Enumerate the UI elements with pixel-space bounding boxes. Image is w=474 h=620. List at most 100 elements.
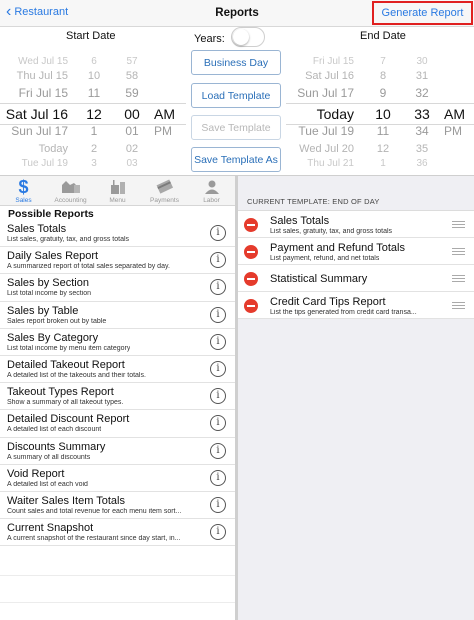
report-title: Waiter Sales Item Totals	[7, 494, 125, 507]
picker-min: 58	[125, 70, 139, 82]
picker-row[interactable]: Sun Jul 17 1 01 PM	[0, 123, 186, 139]
picker-row[interactable]: Wed Jul 20 12 35	[286, 141, 474, 157]
years-toggle[interactable]	[231, 27, 265, 47]
picker-min: 34	[415, 124, 429, 138]
picker-row[interactable]: Sun Jul 17 9 32	[286, 85, 474, 101]
list-item[interactable]: Sales Totals List sales, gratuity, tax, a…	[0, 220, 235, 248]
picker-hour: 11	[87, 86, 101, 100]
table-row[interactable]: Payment and Refund Totals List payment, r…	[238, 238, 474, 265]
report-title: Detailed Takeout Report	[7, 358, 125, 371]
table-row[interactable]: Sales Totals List sales, gratuity, tax, a…	[238, 211, 474, 238]
delete-icon[interactable]	[244, 218, 258, 232]
load-template-button[interactable]: Load Template	[191, 83, 281, 108]
picker-row[interactable]: Thu Jul 21 1 36	[286, 156, 474, 172]
drag-handle-icon[interactable]	[452, 302, 465, 309]
tab-payments[interactable]: Payments	[141, 176, 188, 206]
info-icon[interactable]: i	[210, 469, 226, 486]
tab-labor[interactable]: Labor	[188, 176, 235, 206]
end-date-picker[interactable]: Fri Jul 15 7 30 Sat Jul 16 8 31 Sun Jul 17 9 32 T…	[286, 54, 474, 172]
delete-icon[interactable]	[244, 272, 258, 286]
list-item[interactable]: Takeout Types Report Show a summary of al…	[0, 383, 235, 411]
drag-handle-icon[interactable]	[452, 248, 465, 255]
picker-row[interactable]: Sat Jul 16 8 31	[286, 68, 474, 84]
info-icon[interactable]: i	[210, 442, 226, 459]
picker-row[interactable]: Fri Jul 15 11 59	[0, 85, 186, 101]
toggle-knob	[233, 29, 249, 45]
list-item[interactable]: Sales by Table Sales report broken out by…	[0, 302, 235, 329]
payments-icon	[141, 178, 188, 196]
info-icon[interactable]: i	[210, 496, 226, 513]
template-item-title: Credit Card Tips Report	[270, 296, 386, 308]
picker-hour: 12	[376, 143, 390, 155]
picker-min: 31	[415, 70, 429, 82]
list-item[interactable]: Void Report A detailed list of each void i	[0, 465, 235, 492]
generate-report-button[interactable]: Generate Report	[372, 1, 473, 25]
list-item[interactable]: Waiter Sales Item Totals Count sales and …	[0, 492, 235, 520]
info-icon[interactable]: i	[210, 415, 226, 432]
delete-icon[interactable]	[244, 299, 258, 313]
nav-bar: ‹ Restaurant Reports Generate Report	[0, 0, 474, 27]
save-template-as-button[interactable]: Save Template As	[191, 147, 281, 172]
list-item[interactable]: Current Snapshot A current snapshot of th…	[0, 519, 235, 547]
picker-row[interactable]: Sat Jul 16 12 00 AM	[0, 104, 186, 124]
picker-min: 02	[125, 143, 139, 155]
template-item-title: Statistical Summary	[270, 273, 368, 285]
info-icon[interactable]: i	[210, 333, 226, 350]
picker-row[interactable]: Tue Jul 19 3 03	[0, 156, 186, 172]
report-title: Sales by Table	[7, 304, 79, 317]
picker-ampm: AM	[154, 106, 175, 122]
picker-row[interactable]: Tue Jul 19 11 34 PM	[286, 123, 474, 139]
info-icon[interactable]: i	[210, 279, 226, 296]
picker-row[interactable]: Today 2 02	[0, 141, 186, 157]
start-date-picker[interactable]: Wed Jul 15 6 57 Thu Jul 15 10 58 Fri Jul 15 11 5…	[0, 54, 186, 172]
list-item[interactable]: Detailed Takeout Report A detailed list o…	[0, 356, 235, 384]
list-item[interactable]: Daily Sales Report A summarized report of…	[0, 247, 235, 275]
tab-sales[interactable]: $ Sales	[0, 176, 47, 206]
picker-hour: 3	[91, 158, 97, 169]
report-description: List total income by section	[7, 290, 92, 298]
picker-hour: 10	[87, 70, 101, 82]
list-separator	[0, 602, 235, 603]
template-item-description: List payment, refund, and net totals	[270, 255, 380, 262]
info-icon[interactable]: i	[210, 524, 226, 541]
delete-icon[interactable]	[244, 245, 258, 259]
drag-handle-icon[interactable]	[452, 275, 465, 282]
picker-min: 32	[415, 86, 429, 100]
info-icon[interactable]: i	[210, 388, 226, 405]
report-title: Void Report	[7, 467, 65, 480]
tab-label: Sales	[15, 197, 32, 204]
picker-row[interactable]: Today 10 33 AM	[286, 104, 474, 124]
tab-label: Menu	[109, 197, 126, 204]
picker-min: 33	[414, 106, 430, 122]
list-item[interactable]: Discounts Summary A summary of all discou…	[0, 438, 235, 465]
info-icon[interactable]: i	[210, 225, 226, 241]
list-item[interactable]: Sales by Section List total income by sec…	[0, 274, 235, 302]
report-description: Show a summary of all takeout types.	[7, 399, 124, 407]
menu-icon	[94, 178, 141, 196]
picker-day: Tue Jul 19	[21, 158, 68, 169]
picker-day: Fri Jul 15	[18, 86, 68, 100]
list-item[interactable]: Sales By Category List total income by me…	[0, 329, 235, 356]
report-title: Current Snapshot	[7, 522, 94, 535]
tab-menu[interactable]: Menu	[94, 176, 141, 206]
current-template-label: CURRENT TEMPLATE: END OF DAY	[247, 197, 380, 206]
info-icon[interactable]: i	[210, 360, 226, 377]
picker-day: Tue Jul 19	[298, 124, 354, 138]
table-row[interactable]: Statistical Summary	[238, 265, 474, 292]
list-item[interactable]: Detailed Discount Report A detailed list …	[0, 410, 235, 438]
info-icon[interactable]: i	[210, 306, 226, 323]
drag-handle-icon[interactable]	[452, 221, 465, 228]
business-day-button[interactable]: Business Day	[191, 50, 281, 75]
picker-day: Today	[38, 143, 68, 155]
picker-row[interactable]: Thu Jul 15 10 58	[0, 68, 186, 84]
picker-day: Sun Jul 17	[297, 86, 354, 100]
info-icon[interactable]: i	[210, 252, 226, 269]
picker-day: Today	[316, 106, 354, 122]
tab-accounting[interactable]: Accounting	[47, 176, 94, 206]
picker-day: Sat Jul 16	[305, 70, 354, 82]
picker-hour: 1	[90, 124, 98, 138]
possible-reports-pane: $ Sales Accounting Menu Payments Labor P…	[0, 176, 235, 620]
table-row[interactable]: Credit Card Tips Report List the tips gen…	[238, 292, 474, 319]
save-template-button[interactable]: Save Template	[191, 115, 281, 140]
report-description: Count sales and total revenue for each m…	[7, 507, 182, 515]
